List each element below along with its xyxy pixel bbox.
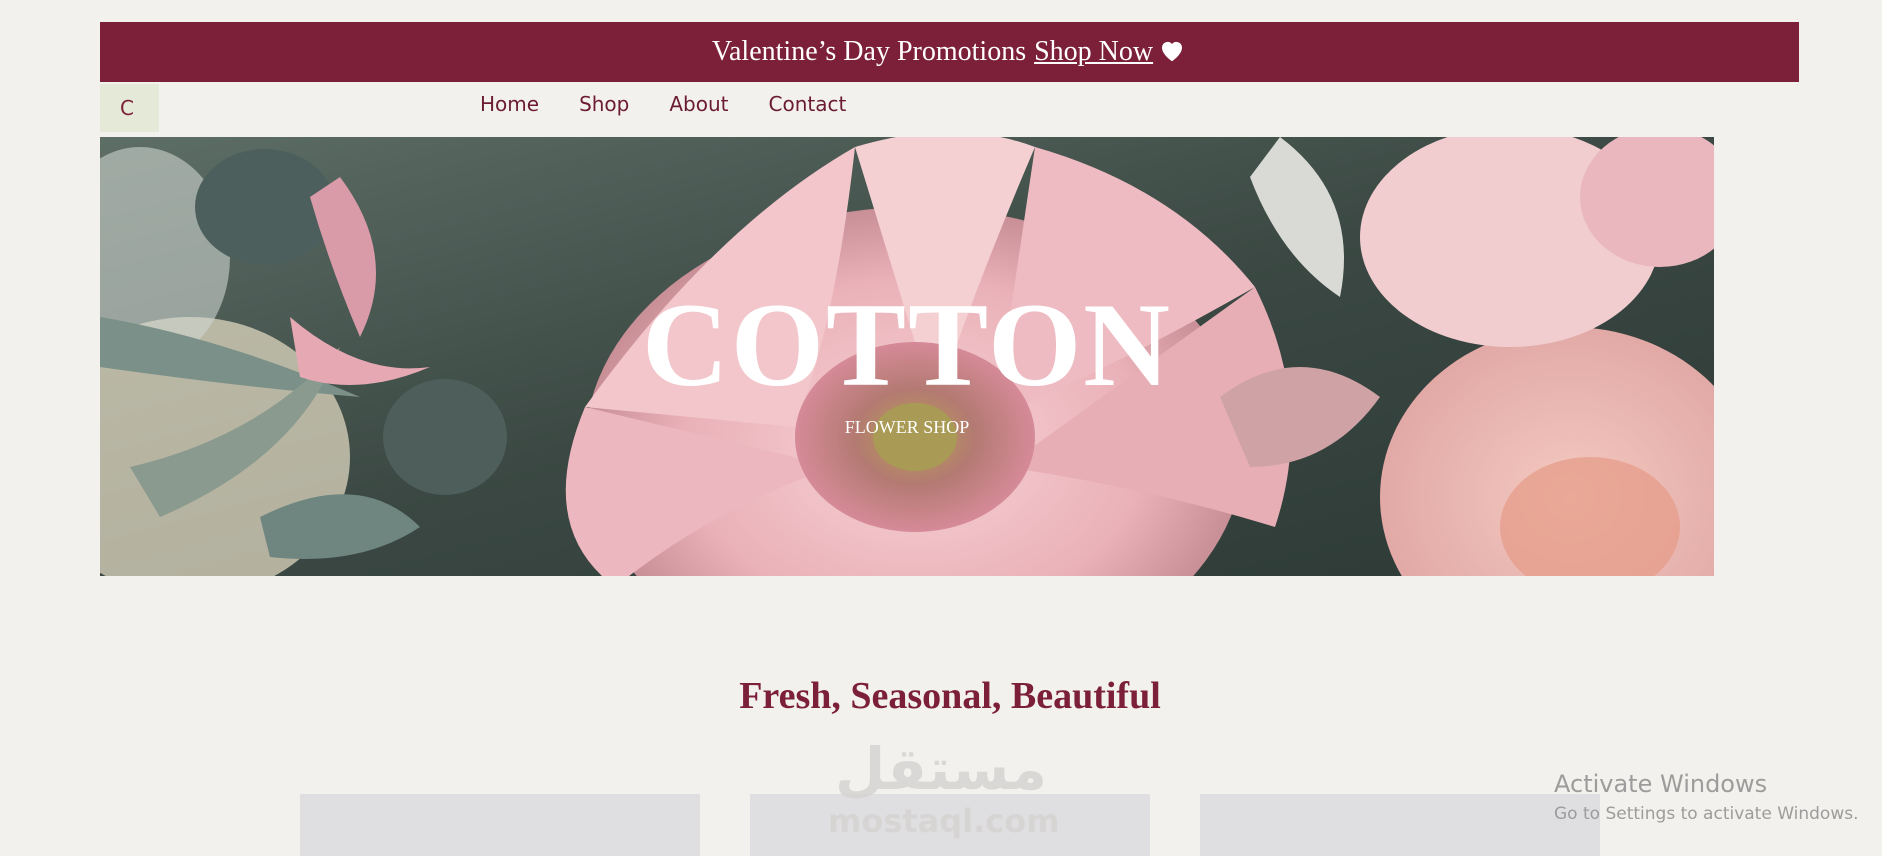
shop-now-link[interactable]: Shop Now bbox=[1034, 36, 1153, 68]
watermark-arabic: مستقل bbox=[834, 735, 1048, 803]
hero-title: COTTON bbox=[642, 278, 1172, 411]
main-nav: Home Shop About Contact bbox=[480, 92, 846, 116]
hero-banner: COTTON FLOWER SHOP bbox=[100, 137, 1714, 576]
logo-text: C bbox=[120, 96, 134, 120]
activate-windows-message: Go to Settings to activate Windows. bbox=[1554, 804, 1859, 824]
nav-contact[interactable]: Contact bbox=[769, 92, 847, 116]
product-card-2[interactable] bbox=[750, 794, 1150, 856]
logo[interactable]: C bbox=[100, 84, 159, 132]
nav-home[interactable]: Home bbox=[480, 92, 539, 116]
section-title: Fresh, Seasonal, Beautiful bbox=[739, 675, 1161, 717]
nav-shop[interactable]: Shop bbox=[579, 92, 629, 116]
hero-subtitle: FLOWER SHOP bbox=[844, 417, 970, 437]
product-card-1[interactable] bbox=[300, 794, 700, 856]
activate-windows-notice: Activate Windows Go to Settings to activ… bbox=[1554, 770, 1859, 824]
activate-windows-title: Activate Windows bbox=[1554, 770, 1768, 798]
product-card-3[interactable] bbox=[1200, 794, 1600, 856]
nav-about[interactable]: About bbox=[669, 92, 728, 116]
heart-icon bbox=[1157, 35, 1187, 65]
promo-banner: Valentine’s Day Promotions Shop Now bbox=[100, 22, 1799, 82]
promo-text: Valentine’s Day Promotions bbox=[711, 36, 1027, 67]
